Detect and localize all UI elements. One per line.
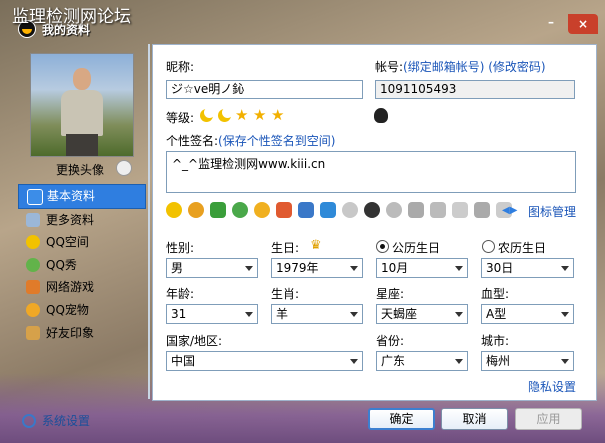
chevron-down-icon	[561, 266, 569, 271]
game-icon	[26, 280, 40, 295]
gem-icon[interactable]	[408, 202, 424, 218]
ok-button[interactable]: 确定	[368, 408, 435, 430]
watermark-text: 监理检测网论坛	[12, 7, 131, 27]
account-links[interactable]: (绑定邮箱帐号) (修改密码)	[403, 60, 546, 74]
constellation-label: 星座:	[376, 287, 405, 301]
qqshow-icon	[26, 257, 40, 272]
country-select[interactable]: 中国	[166, 351, 363, 371]
chevron-down-icon	[245, 266, 253, 271]
avatar-person	[73, 68, 91, 90]
sidebar-item-impression[interactable]: 好友印象	[18, 322, 146, 345]
mail-icon[interactable]	[232, 202, 248, 218]
chevron-down-icon	[350, 359, 358, 364]
sidebar-nav: 基本资料 更多资料 QQ空间 QQ秀 网络游戏 QQ宠物 好友印象	[18, 184, 146, 344]
panel-divider	[148, 44, 150, 399]
city-label: 城市:	[481, 334, 510, 348]
mail-icon[interactable]	[452, 202, 468, 218]
chevron-down-icon	[350, 312, 358, 317]
blood-type-select[interactable]: A型	[481, 304, 574, 324]
chevron-down-icon	[245, 312, 253, 317]
apply-button[interactable]: 应用	[515, 408, 582, 430]
chevron-down-icon	[561, 312, 569, 317]
impression-icon	[26, 325, 40, 340]
document-icon	[26, 212, 40, 227]
city-select[interactable]: 梅州	[481, 351, 574, 371]
icon-manage-link[interactable]: 图标管理	[528, 203, 576, 220]
gender-label: 性别:	[166, 241, 195, 255]
minimize-button[interactable]: –	[540, 12, 562, 32]
sidebar-item-qqshow[interactable]: QQ秀	[18, 254, 146, 277]
level-label: 等级:	[166, 111, 195, 125]
pet-icon[interactable]	[254, 202, 270, 218]
nickname-label: 昵称:	[166, 60, 195, 74]
penguin-icon[interactable]	[364, 202, 380, 218]
heart-icon[interactable]	[342, 202, 358, 218]
birth-day-select[interactable]: 30日	[481, 258, 574, 278]
id-card-icon	[27, 189, 43, 205]
cancel-button[interactable]: 取消	[441, 408, 508, 430]
birth-year-select[interactable]: 1979年	[271, 258, 363, 278]
solar-birthday-label[interactable]: 公历生日	[392, 239, 440, 256]
signature-label: 个性签名:(保存个性签名到空间)	[166, 134, 336, 148]
system-settings-link[interactable]: 系统设置	[22, 412, 90, 429]
star-icon: ★	[271, 106, 285, 124]
chevron-down-icon	[561, 359, 569, 364]
province-select[interactable]: 广东	[376, 351, 468, 371]
avatar[interactable]	[30, 53, 134, 157]
sidebar-item-pet[interactable]: QQ宠物	[18, 299, 146, 322]
sidebar-item-games[interactable]: 网络游戏	[18, 276, 146, 299]
zodiac-label: 生肖:	[271, 287, 300, 301]
chevron-down-icon	[455, 359, 463, 364]
shield-icon[interactable]	[430, 202, 446, 218]
camera-icon[interactable]	[116, 160, 132, 176]
pet-icon	[26, 302, 40, 317]
province-label: 省份:	[376, 334, 405, 348]
star-icon[interactable]	[166, 202, 182, 218]
chevron-down-icon	[350, 266, 358, 271]
moon-icon	[218, 107, 233, 122]
chevron-down-icon	[455, 312, 463, 317]
gear-icon	[22, 414, 36, 428]
moon-icon	[200, 107, 215, 122]
close-button[interactable]: ×	[568, 14, 598, 34]
birthday-label: 生日:	[271, 241, 300, 255]
music-icon[interactable]	[210, 202, 226, 218]
signature-input[interactable]: ^_^监理检测网www.kiii.cn	[166, 151, 576, 193]
scroll-arrows-icon[interactable]: ◀▶	[502, 205, 517, 216]
qq-icon[interactable]	[188, 202, 204, 218]
solar-birthday-radio[interactable]	[376, 240, 389, 253]
save-signature-link[interactable]: (保存个性签名到空间)	[218, 134, 335, 148]
blood-type-label: 血型:	[481, 287, 510, 301]
house-icon[interactable]	[276, 202, 292, 218]
country-label: 国家/地区:	[166, 334, 223, 348]
sidebar-item-basic-info[interactable]: 基本资料	[18, 184, 146, 209]
constellation-select[interactable]: 天蝎座	[376, 304, 468, 324]
age-select[interactable]: 31	[166, 304, 258, 324]
zodiac-select[interactable]: 羊	[271, 304, 363, 324]
crown-icon: ♛	[310, 238, 322, 253]
penguin-icon[interactable]	[374, 108, 388, 123]
account-label: 帐号:(绑定邮箱帐号) (修改密码)	[375, 60, 546, 74]
chevron-down-icon	[455, 266, 463, 271]
lunar-birthday-radio[interactable]	[482, 240, 495, 253]
account-field: 1091105493	[375, 80, 575, 99]
star-icon: ★	[253, 106, 267, 124]
sidebar-item-more-info[interactable]: 更多资料	[18, 209, 146, 232]
gender-select[interactable]: 男	[166, 258, 258, 278]
star-icon	[26, 235, 40, 250]
lunar-birthday-label[interactable]: 农历生日	[498, 239, 546, 256]
sidebar-item-qzone[interactable]: QQ空间	[18, 231, 146, 254]
weather-icon[interactable]	[320, 202, 336, 218]
camera-icon[interactable]	[298, 202, 314, 218]
change-avatar-link[interactable]: 更换头像	[56, 161, 104, 178]
privacy-settings-link[interactable]: 隐私设置	[528, 378, 576, 395]
star-icon: ★	[235, 106, 249, 124]
age-label: 年龄:	[166, 287, 195, 301]
birth-month-select[interactable]: 10月	[376, 258, 468, 278]
gem-icon[interactable]	[474, 202, 490, 218]
nickname-input[interactable]: ジ☆ve明ノ鈊	[166, 80, 363, 99]
badge-icon[interactable]	[386, 202, 402, 218]
